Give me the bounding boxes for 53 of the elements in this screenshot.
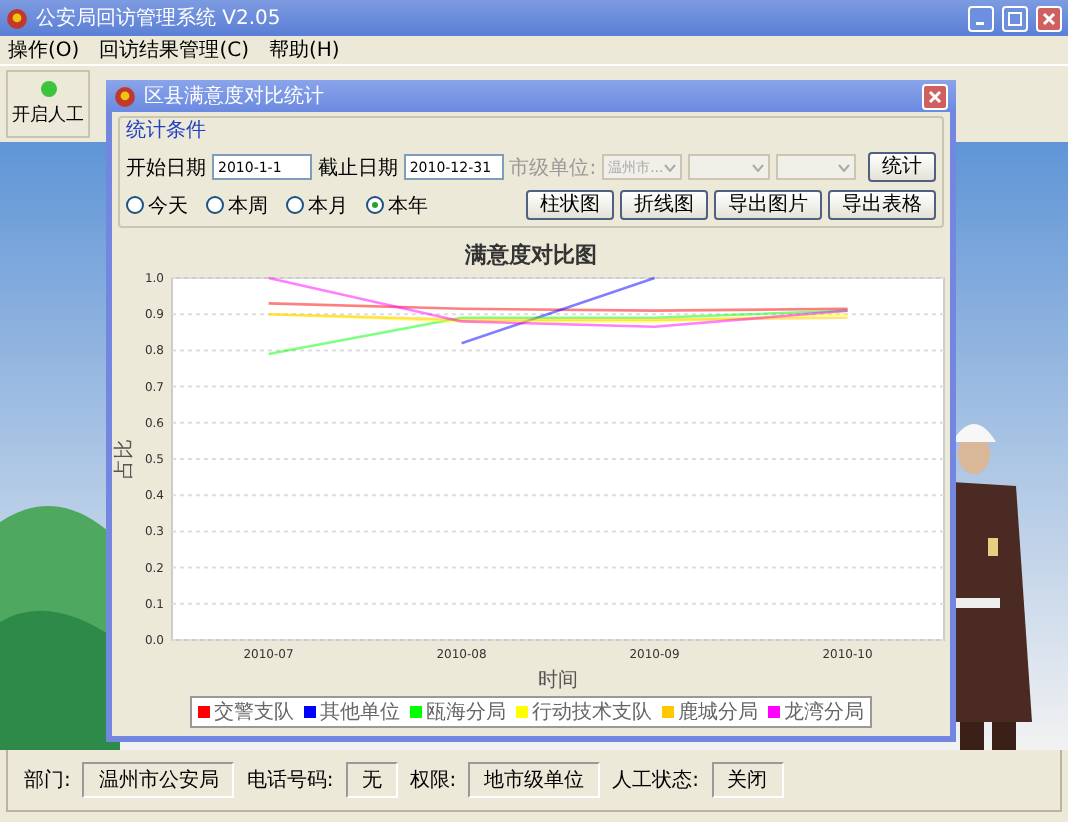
legend-label: 其他单位 xyxy=(320,699,400,726)
radio-label: 本年 xyxy=(388,193,428,219)
radio-button[interactable] xyxy=(286,196,304,214)
status-label: 权限: xyxy=(409,767,457,794)
action-button[interactable]: 导出表格 xyxy=(828,190,936,220)
radio-button[interactable] xyxy=(366,196,384,214)
query-button[interactable]: 统计 xyxy=(868,152,936,182)
axis-title: 占比 xyxy=(114,439,136,479)
close-icon xyxy=(928,89,942,103)
caret-icon xyxy=(664,163,677,171)
chart-title: 满意度对比图 xyxy=(465,242,597,268)
legend-label: 行动技术支队 xyxy=(532,699,652,726)
emblem-icon xyxy=(114,85,136,107)
radio-label: 本周 xyxy=(228,193,268,219)
menu-item[interactable]: 帮助(H) xyxy=(268,36,340,64)
field-label: 开始日期 xyxy=(126,155,206,181)
radio-button[interactable] xyxy=(126,196,144,214)
close-button[interactable] xyxy=(922,83,948,109)
group-title: 统计条件 xyxy=(126,117,208,144)
legend-label: 鹿城分局 xyxy=(678,699,758,726)
caret-icon xyxy=(838,163,850,171)
maximize-button[interactable] xyxy=(1002,5,1028,31)
maximize-icon xyxy=(1008,11,1022,25)
legend-label: 交警支队 xyxy=(214,699,294,726)
menu-item[interactable]: 操作(O) xyxy=(8,36,80,64)
legend-label: 龙湾分局 xyxy=(784,699,864,726)
radio-label: 今天 xyxy=(148,193,188,219)
status-label: 电话号码: xyxy=(246,767,334,794)
close-icon xyxy=(1042,11,1056,25)
action-button[interactable]: 柱状图 xyxy=(526,190,614,220)
status-value: 地市级单位 xyxy=(468,762,601,798)
field-label: 截止日期 xyxy=(317,155,398,181)
status-label: 人工状态: xyxy=(612,767,699,794)
window-title: 公安局回访管理系统 V2.05 xyxy=(36,5,283,32)
dialog-title: 区县满意度对比统计 xyxy=(144,83,326,110)
field-label: 市级单位: xyxy=(509,155,597,181)
action-button[interactable]: 导出图片 xyxy=(714,190,822,220)
emblem-icon xyxy=(6,7,28,29)
caret-icon xyxy=(751,163,764,171)
status-value: 温州市公安局 xyxy=(82,762,235,798)
action-button[interactable]: 折线图 xyxy=(620,190,708,220)
status-value: 无 xyxy=(345,762,398,798)
axis-title: 时间 xyxy=(538,670,578,692)
legend-label: 瓯海分局 xyxy=(426,700,506,726)
status-light-icon xyxy=(39,80,57,98)
menu-item[interactable]: 回访结果管理(C) xyxy=(99,36,249,64)
close-button[interactable] xyxy=(1036,5,1062,31)
radio-label: 本月 xyxy=(308,193,348,219)
radio-button[interactable] xyxy=(206,196,224,214)
start-manual-button[interactable]: 开启人工 xyxy=(6,70,90,138)
minimize-button[interactable] xyxy=(968,5,994,31)
status-value: 关闭 xyxy=(711,762,783,798)
status-label: 部门: xyxy=(24,767,71,794)
